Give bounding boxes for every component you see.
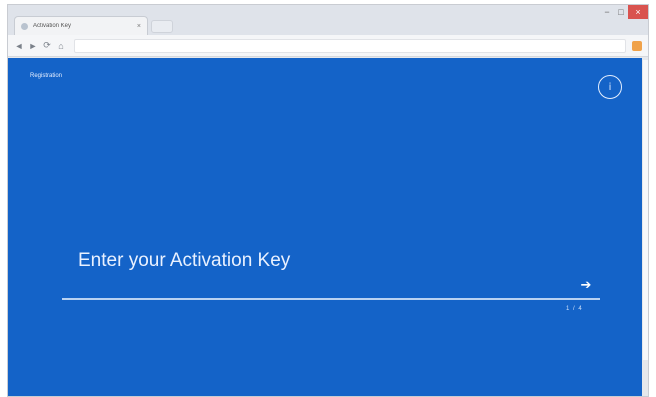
browser-toolbar: ◄ ► ⟳ ⌂ xyxy=(8,35,648,57)
window-controls: − □ × xyxy=(600,5,648,23)
input-underline xyxy=(62,298,600,300)
refresh-icon[interactable]: ⟳ xyxy=(40,39,54,53)
back-arrow-icon[interactable]: ◄ xyxy=(12,39,26,53)
maximize-icon[interactable]: □ xyxy=(614,5,628,19)
minimize-icon[interactable]: − xyxy=(600,5,614,19)
brand-label: Registration xyxy=(30,73,63,79)
arrow-right-icon: ➔ xyxy=(580,277,592,293)
browser-tab[interactable]: Activation Key × xyxy=(14,16,148,35)
scrollbar[interactable] xyxy=(642,58,648,396)
info-button[interactable]: i xyxy=(598,75,622,99)
forward-arrow-icon[interactable]: ► xyxy=(26,39,40,53)
scrollbar-thumb[interactable] xyxy=(643,60,648,360)
submit-button[interactable]: ➔ xyxy=(576,276,596,294)
info-icon: i xyxy=(608,81,612,93)
activation-key-input[interactable] xyxy=(62,242,587,298)
new-tab-button[interactable] xyxy=(151,20,173,33)
tab-close-icon[interactable]: × xyxy=(137,23,141,30)
address-bar[interactable] xyxy=(74,38,626,53)
browser-window: Activation Key × − □ × ◄ ► ⟳ ⌂ Registrat… xyxy=(7,4,649,397)
activation-page: Registration i Enter your Activation Key… xyxy=(8,58,648,396)
home-icon[interactable]: ⌂ xyxy=(54,39,68,53)
page-indicator: 1 / 4 xyxy=(566,306,583,312)
tab-favicon-icon xyxy=(21,22,28,30)
close-window-icon[interactable]: × xyxy=(628,5,648,19)
tab-title: Activation Key xyxy=(33,23,72,29)
extension-icon[interactable] xyxy=(632,40,642,51)
tab-strip: Activation Key × − □ × xyxy=(8,5,648,35)
